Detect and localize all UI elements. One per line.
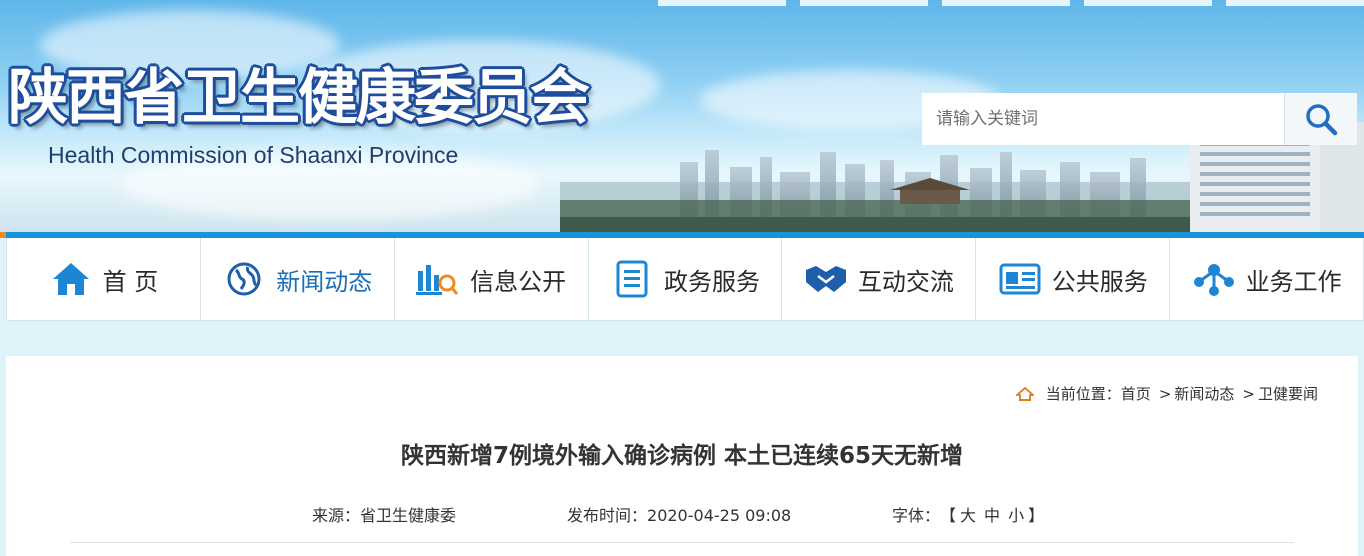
id-card-icon: [998, 257, 1042, 301]
site-logo-title[interactable]: 陕西省卫生健康委员会: [8, 62, 590, 134]
nav-item-home[interactable]: 首 页: [6, 238, 201, 320]
date-value: 2020-04-25 09:08: [647, 506, 792, 525]
nav-item-info-disclosure[interactable]: 信息公开: [395, 238, 589, 320]
main-nav: 首 页 新闻动态 信息公开 政务服务 互动交流 公共服务 业务工作: [6, 238, 1364, 321]
nav-item-label: 信息公开: [470, 267, 567, 296]
handshake-icon: [804, 257, 848, 301]
nav-item-label: 新闻动态: [276, 267, 373, 296]
bracket-close: 】: [1028, 506, 1045, 525]
breadcrumb-prefix: 当前位置：: [1045, 385, 1121, 403]
header-banner: 陕西省卫生健康委员会 Health Commission of Shaanxi …: [0, 0, 1364, 232]
banner-top-stripe: [658, 0, 786, 6]
home-icon: [49, 257, 93, 301]
article-source: 来源：省卫生健康委: [312, 502, 456, 526]
font-size-large-button[interactable]: 大: [960, 502, 976, 526]
font-label: 字体：: [892, 506, 941, 525]
search-icon: [1306, 104, 1338, 136]
chart-search-icon: [416, 257, 460, 301]
bracket-open: 【: [940, 506, 957, 525]
source-value: 省卫生健康委: [360, 506, 457, 525]
nav-item-interaction[interactable]: 互动交流: [782, 238, 977, 320]
nav-item-label: 政务服务: [664, 267, 760, 296]
document-icon: [610, 257, 654, 301]
banner-top-stripe: [800, 0, 928, 6]
banner-top-stripe: [1084, 0, 1212, 6]
nav-item-label: 业务工作: [1245, 267, 1342, 296]
globe-icon: [222, 257, 266, 301]
breadcrumb-separator: >: [1158, 384, 1172, 403]
search-input[interactable]: [922, 93, 1284, 145]
nav-item-business[interactable]: 业务工作: [1170, 238, 1364, 320]
article-panel: 当前位置： 首页 > 新闻动态 > 卫健要闻 陕西新增7例境外输入确诊病例 本土…: [6, 356, 1358, 556]
breadcrumb-separator: >: [1242, 384, 1255, 403]
nav-item-gov-services[interactable]: 政务服务: [589, 238, 783, 320]
nav-item-label: 互动交流: [857, 267, 954, 296]
nav-item-label: 首 页: [102, 267, 159, 296]
search-button[interactable]: [1284, 93, 1357, 145]
nav-item-public-services[interactable]: 公共服务: [976, 238, 1171, 320]
date-label: 发布时间：: [567, 506, 648, 525]
banner-top-stripe: [1226, 0, 1364, 6]
search-box: [922, 93, 1357, 145]
article-title: 陕西新增7例境外输入确诊病例 本土已连续65天无新增: [400, 443, 964, 469]
site-logo-subtitle: Health Commission of Shaanxi Province: [48, 142, 459, 168]
nav-item-label: 公共服务: [1051, 267, 1148, 296]
font-size-switcher: 字体： 【 大 中 小 】: [892, 502, 1044, 526]
source-label: 来源：: [312, 506, 361, 525]
divider: [70, 542, 1294, 543]
banner-top-stripe: [942, 0, 1070, 6]
article-date: 发布时间：2020-04-25 09:08: [567, 502, 791, 526]
breadcrumb-link-news[interactable]: 新闻动态: [1174, 383, 1234, 404]
breadcrumb-home-icon: [1015, 386, 1034, 401]
font-size-medium-button[interactable]: 中: [984, 502, 1000, 526]
breadcrumb-link-health-news[interactable]: 卫健要闻: [1258, 383, 1318, 404]
font-size-small-button[interactable]: 小: [1008, 502, 1024, 526]
network-icon: [1192, 257, 1236, 301]
breadcrumb: 当前位置： 首页 > 新闻动态 > 卫健要闻: [1015, 383, 1318, 404]
nav-item-news[interactable]: 新闻动态: [201, 238, 395, 320]
breadcrumb-link-home[interactable]: 首页: [1121, 383, 1151, 404]
